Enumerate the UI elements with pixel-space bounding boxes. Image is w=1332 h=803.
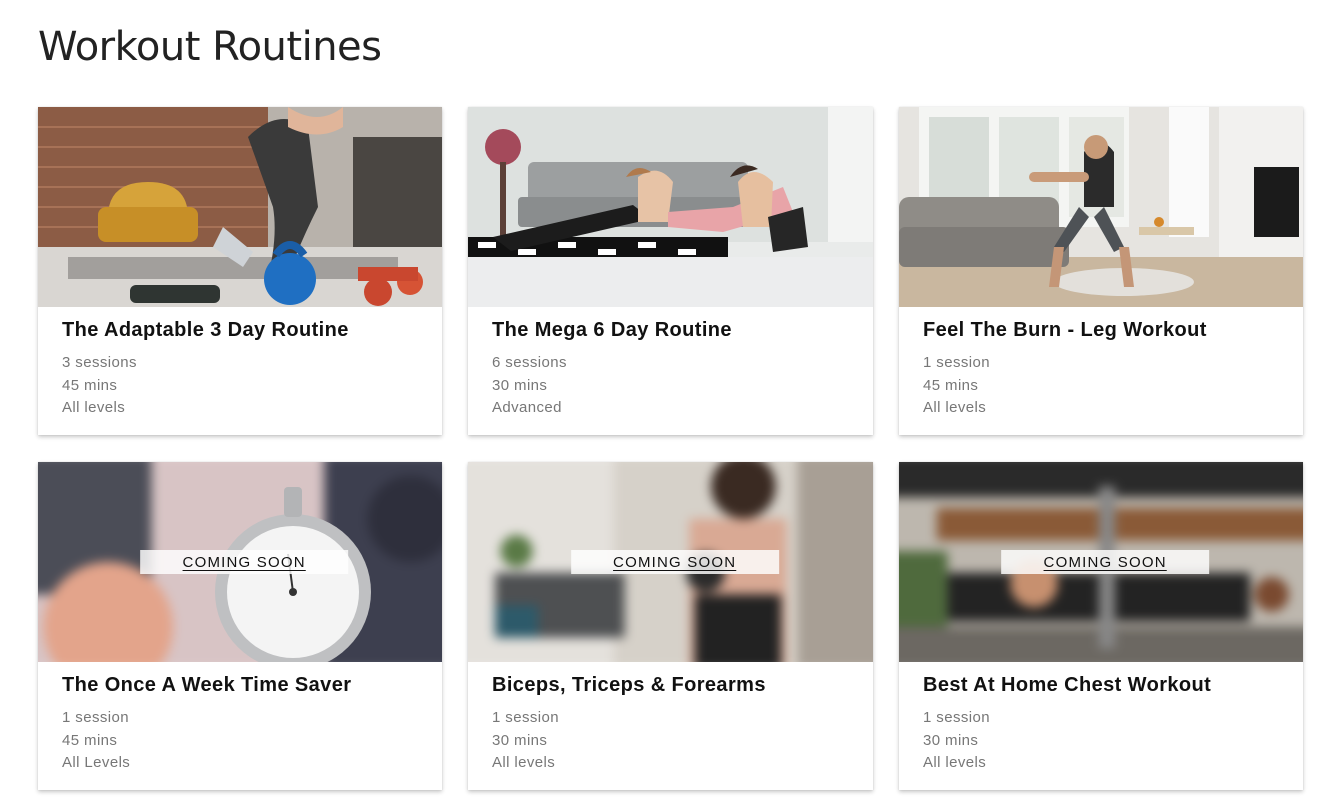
routine-title: The Mega 6 Day Routine (492, 319, 732, 341)
routine-sessions: 1 session (62, 709, 129, 726)
routine-level: All levels (923, 399, 987, 416)
routine-level: All levels (492, 754, 556, 771)
routine-card[interactable]: The Mega 6 Day Routine 6 sessions 30 min… (468, 107, 873, 435)
page-title: Workout Routines (38, 24, 382, 70)
routine-card[interactable]: The Adaptable 3 Day Routine 3 sessions 4… (38, 107, 442, 435)
routine-sessions: 1 session (923, 709, 990, 726)
routine-title: Feel The Burn - Leg Workout (923, 319, 1207, 341)
routine-sessions: 6 sessions (492, 354, 567, 371)
routine-duration: 45 mins (62, 376, 118, 394)
routine-card[interactable]: Feel The Burn - Leg Workout 1 session 45… (899, 107, 1303, 435)
routine-level: All Levels (62, 754, 131, 771)
routine-sessions: 1 session (492, 709, 559, 726)
routine-level: All levels (62, 399, 126, 416)
routine-card[interactable]: COMING SOON Biceps, Triceps & Forearms 1… (468, 462, 873, 790)
routine-title: The Once A Week Time Saver (62, 674, 352, 696)
routine-duration: 30 mins (923, 731, 979, 749)
routine-sessions: 3 sessions (62, 354, 137, 371)
routine-level: Advanced (492, 399, 562, 416)
routine-image (899, 107, 1303, 307)
routine-sessions: 1 session (923, 354, 990, 371)
routine-image: COMING SOON (899, 462, 1303, 662)
routine-title: Best At Home Chest Workout (923, 674, 1212, 696)
routine-duration: 30 mins (492, 731, 548, 749)
coming-soon-badge: COMING SOON (570, 550, 779, 574)
routine-image (468, 107, 873, 307)
routine-title: The Adaptable 3 Day Routine (62, 319, 349, 341)
routine-level: All levels (923, 754, 987, 771)
routine-card[interactable]: COMING SOON Best At Home Chest Workout 1… (899, 462, 1303, 790)
routines-grid: The Adaptable 3 Day Routine 3 sessions 4… (38, 107, 1303, 790)
routine-image: COMING SOON (468, 462, 873, 662)
routine-duration: 45 mins (923, 376, 979, 394)
routine-image (38, 107, 442, 307)
routine-duration: 45 mins (62, 731, 118, 749)
routine-image: COMING SOON (38, 462, 442, 662)
coming-soon-badge: COMING SOON (140, 550, 349, 574)
routine-card[interactable]: COMING SOON The Once A Week Time Saver 1… (38, 462, 442, 790)
coming-soon-badge: COMING SOON (1001, 550, 1210, 574)
routine-duration: 30 mins (492, 376, 548, 394)
routine-title: Biceps, Triceps & Forearms (492, 674, 766, 696)
